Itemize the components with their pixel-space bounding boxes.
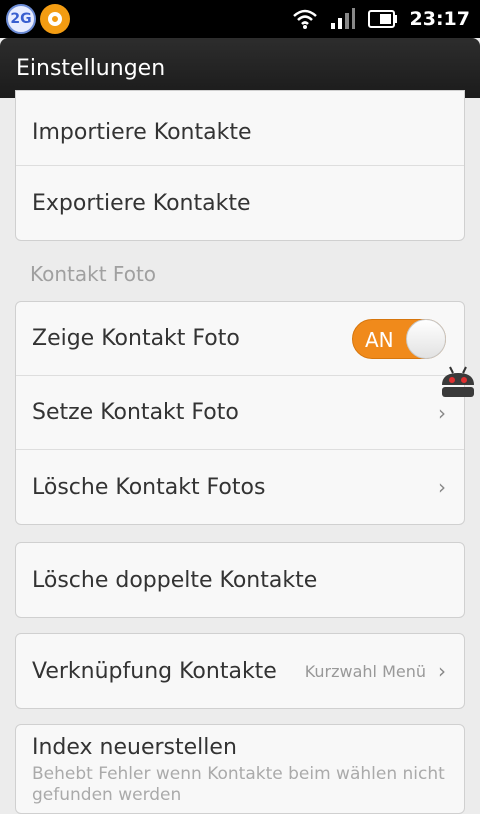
toggle-state-label: AN	[365, 327, 394, 352]
links-card: Verknüpfung Kontakte Kurzwahl Menü ›	[15, 633, 465, 709]
title-bar: Einstellungen	[0, 38, 480, 98]
network-2g-icon: 2G	[6, 4, 36, 34]
chevron-right-icon: ›	[438, 400, 446, 425]
chevron-right-icon: ›	[438, 475, 446, 499]
page-title: Einstellungen	[16, 55, 166, 81]
chevron-right-icon: ›	[438, 659, 446, 683]
delete-contact-photos-label: Lösche Kontakt Fotos	[32, 474, 266, 500]
battery-icon	[367, 10, 397, 28]
set-contact-photo-label: Setze Kontakt Foto	[32, 400, 239, 425]
status-bar: 2G 23:17	[0, 0, 480, 38]
section-header-contact-photo: Kontakt Foto	[30, 262, 157, 286]
clock: 23:17	[409, 8, 470, 30]
signal-icon	[330, 8, 355, 29]
rebuild-index-row[interactable]: Index neuerstellen Behebt Fehler wenn Ko…	[16, 725, 464, 806]
import-contacts-label: Importiere Kontakte	[32, 119, 252, 145]
delete-contact-photos-row[interactable]: Lösche Kontakt Fotos ›	[16, 450, 464, 524]
link-contacts-value: Kurzwahl Menü	[304, 661, 426, 681]
delete-duplicates-row[interactable]: Lösche doppelte Kontakte	[16, 543, 464, 617]
link-contacts-row[interactable]: Verknüpfung Kontakte Kurzwahl Menü ›	[16, 634, 464, 708]
export-contacts-row[interactable]: Exportiere Kontakte	[16, 166, 464, 240]
duplicates-card: Lösche doppelte Kontakte	[15, 542, 465, 618]
rebuild-index-card: Index neuerstellen Behebt Fehler wenn Ko…	[15, 724, 465, 814]
toggle-knob	[406, 318, 446, 359]
show-contact-photo-label: Zeige Kontakt Foto	[32, 326, 240, 351]
show-contact-photo-toggle[interactable]: AN	[352, 318, 446, 359]
set-contact-photo-row[interactable]: Setze Kontakt Foto ›	[16, 376, 464, 450]
wifi-icon	[292, 9, 317, 29]
show-contact-photo-row[interactable]: Zeige Kontakt Foto AN	[16, 302, 464, 376]
app-notification-icon	[40, 4, 70, 34]
android-robot-icon[interactable]	[438, 365, 478, 399]
rebuild-index-title: Index neuerstellen	[32, 735, 237, 760]
contact-photo-card: Zeige Kontakt Foto AN Setze Kontakt Foto…	[15, 301, 465, 525]
export-contacts-label: Exportiere Kontakte	[32, 190, 251, 216]
import-export-card: Importiere Kontakte Exportiere Kontakte	[15, 90, 465, 241]
import-contacts-row[interactable]: Importiere Kontakte	[16, 91, 464, 166]
link-contacts-label: Verknüpfung Kontakte	[32, 658, 277, 684]
delete-duplicates-label: Lösche doppelte Kontakte	[32, 567, 318, 593]
